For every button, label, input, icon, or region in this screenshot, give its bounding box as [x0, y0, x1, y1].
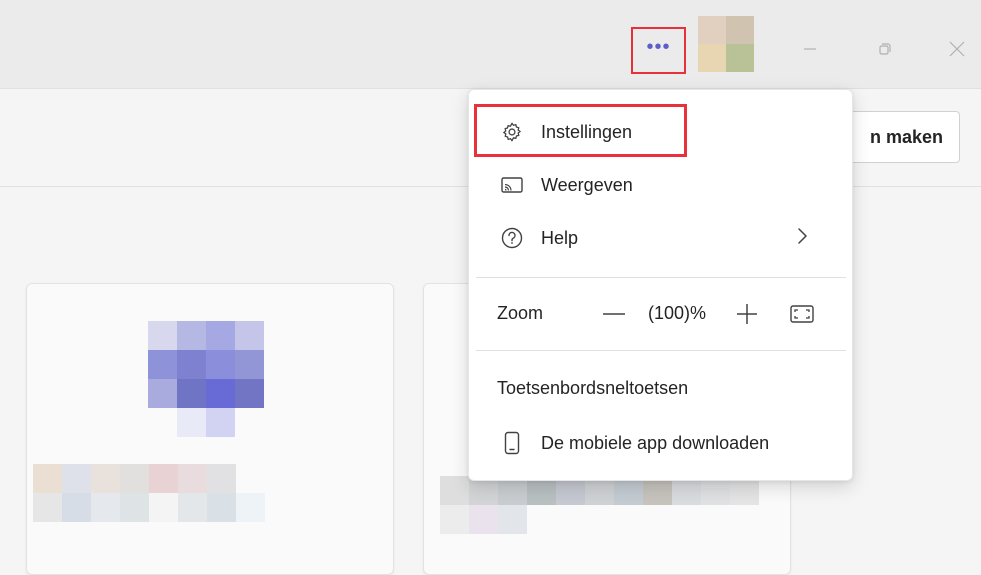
menu-item-label: Help — [541, 227, 579, 248]
menu-divider — [476, 277, 846, 278]
zoom-out-icon[interactable] — [599, 300, 629, 328]
team-name-text — [440, 476, 770, 536]
create-button-label: n maken — [869, 126, 943, 147]
more-options-button[interactable]: ••• — [631, 27, 686, 74]
menu-item-label: Toetsenbordsneltoetsen — [497, 378, 689, 398]
menu-item-download-mobile-app[interactable]: De mobiele app downloaden — [469, 419, 852, 467]
restore-icon — [879, 43, 891, 55]
zoom-control: Zoom (100)% — [469, 288, 852, 340]
phone-icon — [497, 430, 527, 456]
more-horizontal-icon: ••• — [646, 35, 671, 58]
question-circle-icon — [497, 225, 527, 251]
fit-screen-icon[interactable] — [787, 300, 817, 328]
title-bar: ••• — [0, 0, 981, 89]
team-logo — [148, 321, 264, 437]
team-name-text — [33, 464, 265, 524]
chevron-right-icon — [796, 226, 808, 251]
menu-item-settings[interactable]: Instellingen — [469, 108, 852, 156]
minimize-icon — [804, 48, 816, 50]
menu-item-label: Instellingen — [541, 121, 633, 142]
restore-button[interactable] — [872, 36, 898, 62]
menu-item-keyboard-shortcuts[interactable]: Toetsenbordsneltoetsen — [497, 378, 688, 399]
zoom-value: (100)% — [648, 303, 707, 323]
menu-divider — [476, 350, 846, 351]
settings-dropdown-menu: Instellingen Weergeven Help Zoom (100)% … — [468, 89, 853, 481]
close-icon — [949, 41, 965, 57]
team-card[interactable] — [26, 283, 394, 575]
cast-icon — [497, 172, 527, 198]
menu-item-label: De mobiele app downloaden — [541, 432, 770, 453]
menu-item-label: Weergeven — [541, 174, 633, 195]
zoom-in-icon[interactable] — [732, 300, 762, 328]
zoom-label: Zoom — [497, 303, 544, 323]
user-avatar[interactable] — [698, 16, 754, 72]
close-window-button[interactable] — [944, 36, 970, 62]
menu-item-view[interactable]: Weergeven — [469, 161, 852, 209]
menu-item-help[interactable]: Help — [469, 214, 852, 262]
gear-icon — [497, 119, 527, 145]
minimize-button[interactable] — [797, 36, 823, 62]
